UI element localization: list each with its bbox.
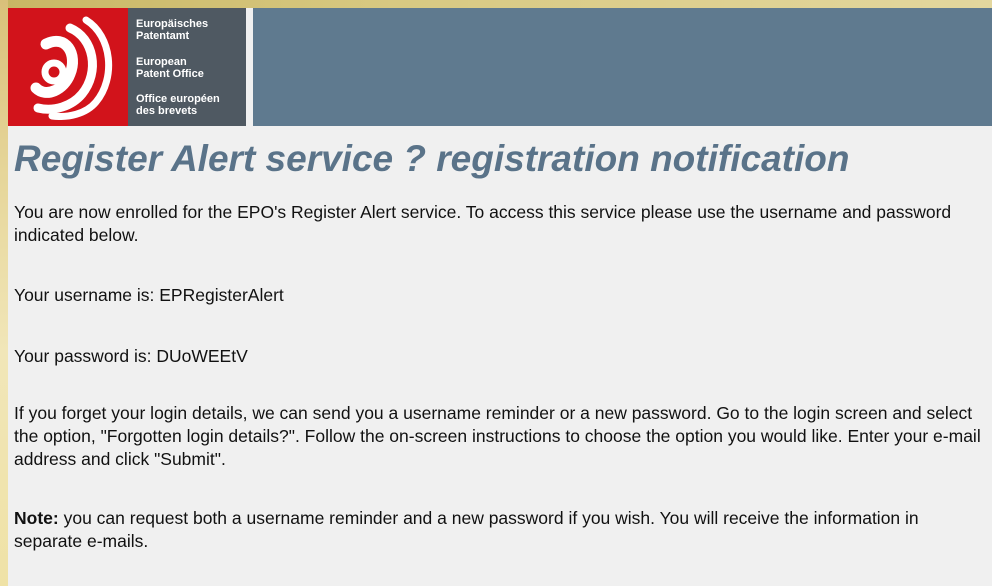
note-label: Note: [14, 508, 59, 528]
note-text: you can request both a username reminder… [14, 508, 919, 551]
logo-text-line: European [136, 56, 187, 68]
logo-text-french: Office européen des brevets [136, 93, 220, 117]
logo-text-line: Patent Office [136, 68, 204, 80]
epo-logo-text-block: Europäisches Patentamt European Patent O… [128, 8, 246, 126]
page-title: Register Alert service ? registration no… [14, 138, 850, 179]
logo-text-german: Europäisches Patentamt [136, 18, 208, 42]
logo-text-line: Office européen [136, 93, 220, 105]
logo-text-line: des brevets [136, 105, 198, 117]
email-window: Europäisches Patentamt European Patent O… [0, 0, 992, 586]
header-divider [246, 8, 253, 126]
epo-header-banner: Europäisches Patentamt European Patent O… [8, 8, 992, 126]
logo-text-line: Europäisches [136, 18, 209, 30]
epo-logo-icon [30, 16, 113, 120]
password-line: Your password is: DUoWEEtV [14, 346, 248, 366]
background-decoration-left [0, 0, 8, 586]
background-decoration-top [0, 0, 992, 8]
epo-logo-mark [8, 8, 128, 126]
logo-text-line: Patentamt [136, 30, 190, 42]
forgot-login-paragraph: If you forget your login details, we can… [14, 403, 981, 469]
username-line: Your username is: EPRegisterAlert [14, 285, 284, 305]
intro-paragraph: You are now enrolled for the EPO's Regis… [14, 202, 952, 245]
email-body: Europäisches Patentamt European Patent O… [8, 8, 992, 586]
note-paragraph: Note: you can request both a username re… [14, 507, 990, 553]
logo-text-english: European Patent Office [136, 56, 204, 80]
